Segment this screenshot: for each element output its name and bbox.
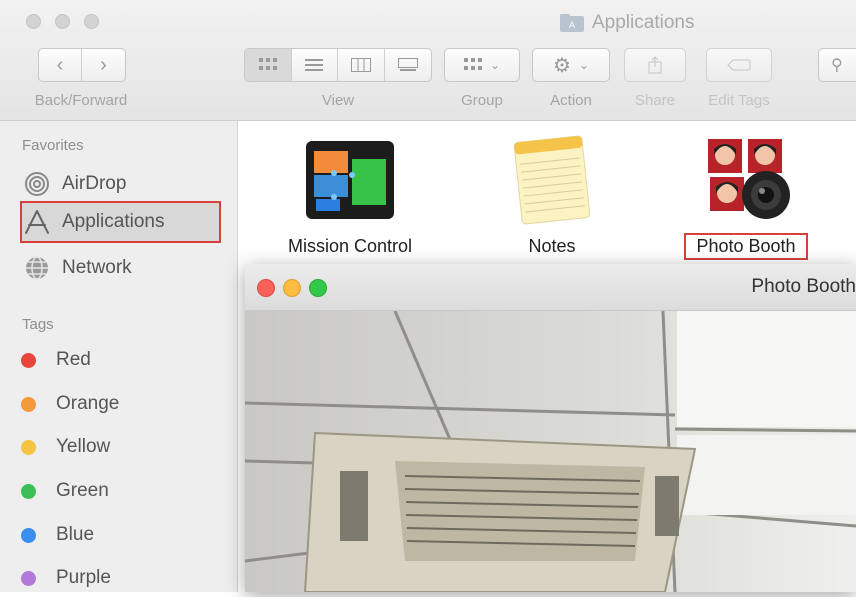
back-forward-label: Back/Forward [34,92,128,109]
notes-icon [462,125,642,235]
share-label: Share [634,92,676,109]
share-icon [648,56,662,74]
tag-label: Yellow [56,436,111,457]
view-label: View [321,92,355,109]
tag-label: Purple [56,567,111,588]
svg-text:A: A [569,21,576,31]
tag-label: Green [56,480,109,501]
back-forward-control: ‹ › [38,48,126,82]
group-icon [463,58,482,70]
sidebar-item-applications[interactable]: Applications [20,201,221,243]
photo-booth-icon [656,125,836,235]
window-title-text: Applications [592,12,695,33]
zoom-button[interactable] [84,14,99,29]
tag-color-dot [21,352,36,368]
sidebar-item-label: Applications [62,211,165,232]
window-title: A Applications [560,12,694,34]
tag-color-dot [21,439,36,455]
app-notes[interactable]: Notes [462,125,642,258]
sidebar-tag-yellow[interactable]: Yellow [0,428,237,466]
action-button[interactable]: ⚙ ⌄ [532,48,610,82]
app-photo-booth[interactable]: Photo Booth [656,125,836,260]
sidebar-item-label: Network [62,257,132,278]
photo-booth-title: Photo Booth [751,276,856,297]
minimize-button[interactable] [283,279,301,297]
app-label: Notes [528,236,576,256]
group-label: Group [461,92,503,109]
sidebar-tag-blue[interactable]: Blue [0,516,237,554]
finder-toolbar: A Applications ‹ › Back/Forward View ⌄ G… [0,0,856,121]
edit-tags-button[interactable] [706,48,772,82]
sidebar-tag-purple[interactable]: Purple [0,559,237,597]
chevron-left-icon: ‹ [56,53,64,76]
zoom-button[interactable] [309,279,327,297]
app-label: Mission Control [287,236,413,256]
search-icon: ⚲ [831,57,843,74]
app-label: Photo Booth [684,233,808,260]
mission-control-icon [260,125,440,235]
tag-color-dot [21,570,36,586]
chevron-down-icon: ⌄ [489,58,501,72]
share-button[interactable] [624,48,686,82]
sidebar-tag-orange[interactable]: Orange [0,385,237,423]
sidebar-item-label: AirDrop [62,173,127,194]
list-view-button[interactable] [292,49,338,81]
edit-tags-label: Edit Tags [708,92,770,109]
search-field[interactable]: ⚲ [818,48,856,82]
chevron-down-icon: ⌄ [578,58,589,72]
action-label: Action [550,92,592,109]
minimize-button[interactable] [55,14,70,29]
applications-icon [22,207,52,237]
sidebar-item-network[interactable]: Network [22,249,222,287]
favorites-header: Favorites [22,137,84,154]
tag-color-dot [21,483,36,499]
network-icon [22,253,52,283]
tag-icon [727,59,751,71]
camera-preview [245,311,856,592]
tag-color-dot [21,527,36,543]
gallery-icon [397,58,418,71]
forward-button[interactable]: › [82,49,125,81]
chevron-right-icon: › [100,53,107,76]
list-icon [305,59,324,71]
sidebar-tag-green[interactable]: Green [0,472,237,510]
gear-icon: ⚙ [553,54,571,77]
airdrop-icon [22,169,52,199]
icon-view-button[interactable] [245,49,292,81]
icon-grid-icon [258,58,277,70]
tag-label: Blue [56,524,95,545]
tag-label: Orange [56,393,120,414]
back-button[interactable]: ‹ [39,49,83,81]
group-button[interactable]: ⌄ [444,48,520,82]
folder-icon: A [560,14,584,32]
app-mission-control[interactable]: Mission Control [260,125,440,258]
tag-label: Red [56,349,91,370]
tags-header: Tags [22,316,54,333]
close-button[interactable] [26,14,41,29]
photo-booth-window: Photo Booth [245,264,856,592]
close-button[interactable] [257,279,275,297]
photo-booth-titlebar[interactable]: Photo Booth [245,264,856,311]
column-view-button[interactable] [338,49,385,81]
window-controls [26,14,99,29]
sidebar: Favorites AirDrop Applications Network T… [0,121,238,592]
tag-color-dot [21,396,36,412]
gallery-view-button[interactable] [385,49,431,81]
view-control [244,48,432,82]
photo-booth-window-controls [257,279,327,297]
sidebar-tag-red[interactable]: Red [0,341,237,379]
columns-icon [350,58,371,72]
sidebar-item-airdrop[interactable]: AirDrop [22,165,222,203]
